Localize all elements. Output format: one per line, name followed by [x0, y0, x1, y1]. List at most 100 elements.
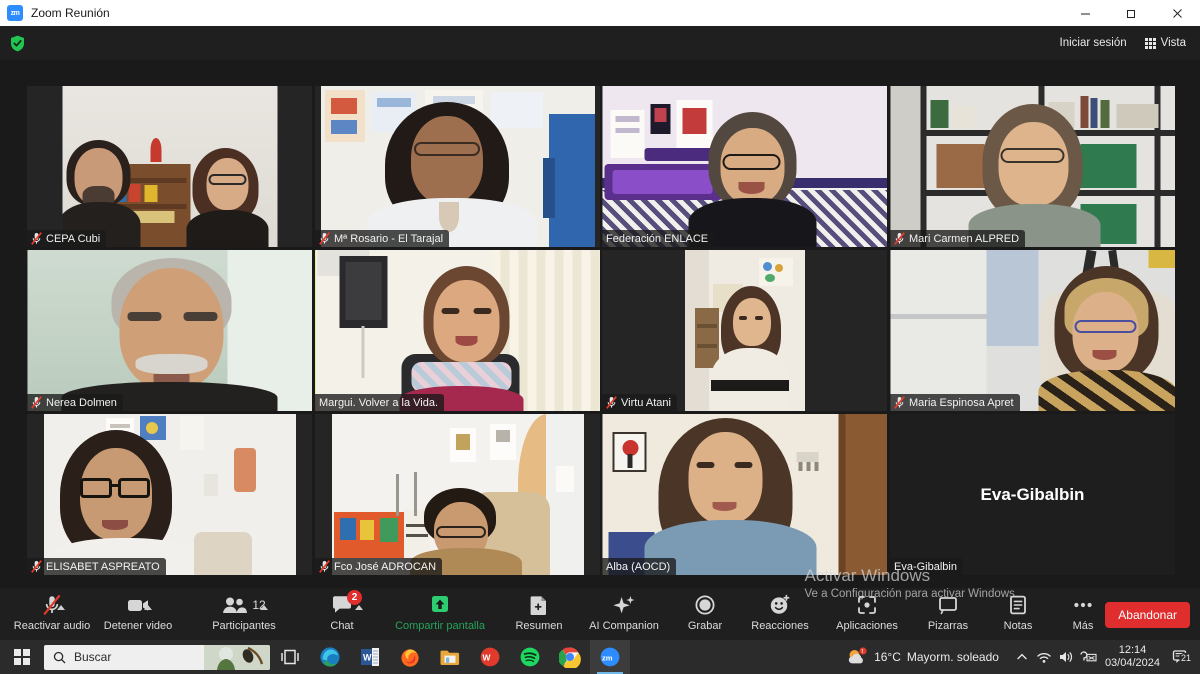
svg-text:!: ! — [861, 649, 863, 655]
participant-name: Mari Carmen ALPRED — [909, 232, 1020, 245]
participant-display-name: Eva-Gibalbin — [890, 414, 1175, 575]
input-indicator-icon[interactable] — [1077, 650, 1099, 664]
participant-tile[interactable]: Virtu Atani — [602, 250, 887, 411]
toolbar-chat-button[interactable]: 2 Chat — [310, 588, 374, 640]
reactions-smiley-icon — [769, 593, 791, 617]
partly-cloudy-icon: ! — [848, 647, 867, 664]
toolbar-summary-label: Resumen — [515, 620, 563, 632]
zoom-logo-icon: zm — [7, 5, 23, 21]
notes-icon — [1008, 593, 1028, 617]
edge-icon[interactable] — [310, 640, 350, 674]
maximize-button[interactable] — [1108, 0, 1154, 26]
word-icon[interactable]: W — [350, 640, 390, 674]
close-button[interactable] — [1154, 0, 1200, 26]
grid-view-icon — [1144, 37, 1156, 49]
participant-name-bar: ELISABET ASPREATO — [27, 558, 166, 575]
green-shield-check-icon[interactable] — [10, 35, 25, 52]
window-title-bar: zm Zoom Reunión — [0, 0, 1200, 26]
speaker-icon[interactable] — [1055, 650, 1077, 664]
video-scene — [27, 250, 312, 411]
chat-unread-badge: 2 — [347, 590, 362, 605]
video-feed — [890, 86, 1175, 247]
participant-tile[interactable]: Nerea Dolmen — [27, 250, 312, 411]
video-options-caret-icon[interactable] — [144, 605, 152, 610]
minimize-button[interactable] — [1062, 0, 1108, 26]
toolbar-reactions-button[interactable]: Reacciones — [738, 588, 822, 640]
participant-tile[interactable]: CEPA Cubi — [27, 86, 312, 247]
toolbar-apps-button[interactable]: Aplicaciones — [822, 588, 912, 640]
toolbar-whiteboards-label: Pizarras — [927, 620, 969, 632]
participant-name: Margui. Volver a la Vida. — [319, 396, 439, 409]
search-input[interactable]: Buscar — [44, 644, 270, 670]
view-button[interactable]: Vista — [1144, 37, 1186, 49]
toolbar-participants-button[interactable]: 12 Participantes — [200, 588, 288, 640]
whiteboard-icon — [937, 593, 959, 617]
participant-name-bar: Nerea Dolmen — [27, 394, 123, 411]
file-explorer-icon[interactable] — [430, 640, 470, 674]
participant-tile[interactable]: Federación ENLACE — [602, 86, 887, 247]
participant-name: Fco José ADROCAN — [334, 560, 437, 573]
participant-tile-no-video[interactable]: Eva-Gibalbin Eva-Gibalbin — [890, 414, 1175, 575]
toolbar-share-screen-button[interactable]: Compartir pantalla — [388, 588, 492, 640]
video-scene — [331, 414, 584, 575]
toolbar-more-label: Más — [1072, 620, 1094, 632]
video-scene — [315, 250, 600, 411]
video-scene — [890, 86, 1175, 247]
toolbar-participants-label: Participantes — [212, 620, 276, 632]
audio-options-caret-icon[interactable] — [57, 605, 65, 610]
video-feed — [315, 86, 600, 247]
toolbar-video-label: Detener video — [103, 620, 173, 632]
participant-tile[interactable]: Mari Carmen ALPRED — [890, 86, 1175, 247]
participant-name: CEPA Cubi — [46, 232, 101, 245]
participant-name: Nerea Dolmen — [46, 396, 117, 409]
chrome-icon[interactable] — [550, 640, 590, 674]
participant-name-bar: Eva-Gibalbin — [890, 558, 963, 575]
toolbar-whiteboards-button[interactable]: Pizarras — [912, 588, 984, 640]
microphone-muted-icon — [319, 560, 330, 573]
notifications-icon[interactable]: 21 — [1168, 649, 1194, 666]
chat-options-caret-icon[interactable] — [355, 605, 363, 610]
participant-tile-active-speaker[interactable]: Margui. Volver a la Vida. — [315, 250, 600, 411]
svg-text:W: W — [482, 653, 491, 663]
participant-tile[interactable]: Fco José ADROCAN — [315, 414, 600, 575]
wifi-icon[interactable] — [1033, 651, 1055, 664]
taskbar-clock[interactable]: 12:14 03/04/2024 — [1105, 644, 1160, 670]
search-magnifier-icon — [53, 651, 66, 664]
participants-options-caret-icon[interactable] — [259, 605, 268, 610]
zoom-taskbar-icon[interactable]: zm — [590, 640, 630, 674]
participant-name-bar: Margui. Volver a la Vida. — [315, 394, 445, 411]
toolbar-summary-button[interactable]: Resumen — [502, 588, 576, 640]
weather-widget[interactable]: ! 16°C Mayorm. soleado — [846, 647, 999, 667]
microphone-muted-icon — [894, 232, 905, 245]
participant-name: Maria Espinosa Apret — [909, 396, 1014, 409]
microphone-muted-icon — [894, 396, 905, 409]
leave-meeting-button[interactable]: Abandonar — [1105, 602, 1190, 628]
microphone-muted-icon — [31, 396, 42, 409]
toolbar-ai-companion-label: AI Companion — [589, 620, 659, 632]
toolbar-record-button[interactable]: Grabar — [672, 588, 738, 640]
participant-tile[interactable]: ELISABET ASPREATO — [27, 414, 312, 575]
toolbar-mute-label: Reactivar audio — [13, 620, 91, 632]
toolbar-notes-button[interactable]: Notas — [984, 588, 1052, 640]
participant-name: Alba (AOCD) — [606, 560, 671, 573]
toolbar-video-button[interactable]: Detener video — [96, 588, 180, 640]
view-button-label: Vista — [1160, 37, 1186, 49]
spotify-icon[interactable] — [510, 640, 550, 674]
video-feed — [602, 86, 887, 247]
toolbar-mute-button[interactable]: Reactivar audio — [8, 588, 96, 640]
search-placeholder: Buscar — [74, 650, 112, 664]
meeting-controls-toolbar: Reactivar audio Detener video 12 Partici… — [0, 588, 1200, 640]
firefox-icon[interactable] — [390, 640, 430, 674]
participant-tile[interactable]: Maria Espinosa Apret — [890, 250, 1175, 411]
participant-tile[interactable]: Alba (AOCD) — [602, 414, 887, 575]
participant-tile[interactable]: Mª Rosario - El Tarajal — [315, 86, 600, 247]
sign-in-link[interactable]: Iniciar sesión — [1060, 37, 1127, 49]
video-scene — [602, 414, 887, 575]
toolbar-ai-companion-button[interactable]: AI Companion — [576, 588, 672, 640]
participants-icon: 12 — [222, 593, 268, 617]
windows-start-icon[interactable] — [0, 649, 44, 665]
task-view-icon[interactable] — [270, 640, 310, 674]
show-hidden-icons-chevron[interactable] — [1011, 651, 1033, 663]
video-feed — [602, 414, 887, 575]
wps-office-icon[interactable]: W — [470, 640, 510, 674]
